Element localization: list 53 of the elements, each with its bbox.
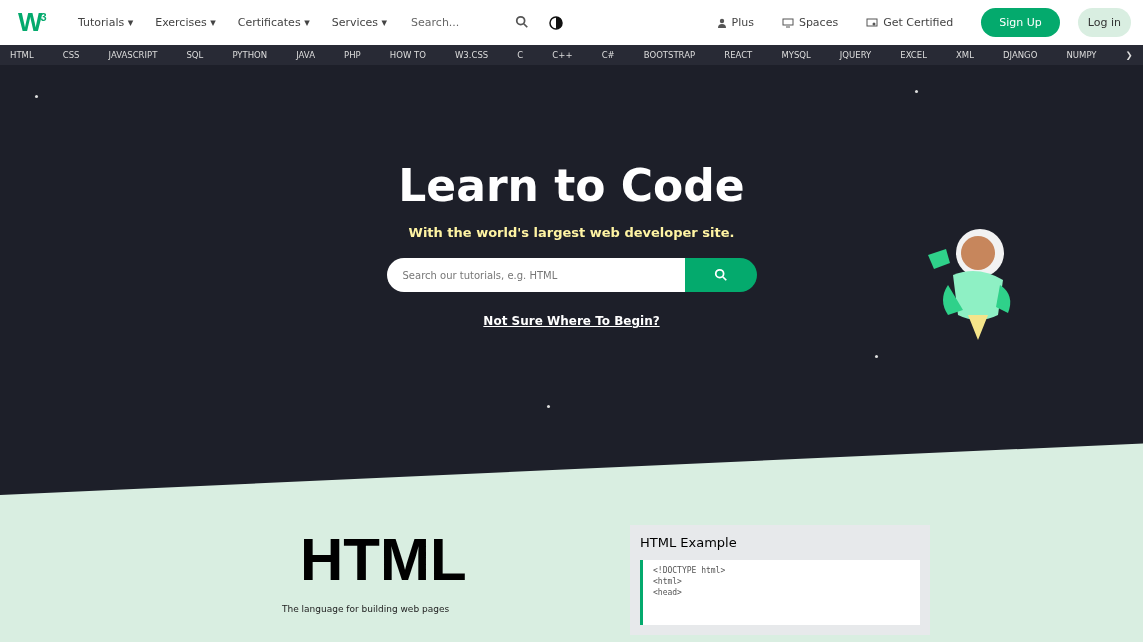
menu-button[interactable]: Certificates ▾: [235, 12, 312, 33]
search-icon: [713, 268, 728, 282]
person-icon: [716, 17, 727, 28]
nav-link-label: Get Certified: [883, 16, 954, 29]
subnav-link[interactable]: C++: [552, 50, 573, 60]
search-button[interactable]: [684, 258, 757, 292]
search-icon: [515, 14, 530, 29]
subnav-link[interactable]: HOW TO: [389, 50, 426, 60]
subnav-link[interactable]: XML: [956, 50, 974, 60]
certificate-icon: [866, 17, 879, 28]
menu-button[interactable]: Tutorials ▾: [76, 12, 136, 33]
contrast-icon[interactable]: [549, 15, 564, 30]
subnav-link[interactable]: BOOTSTRAP: [643, 50, 696, 60]
nav-link[interactable]: Plus: [716, 16, 754, 29]
star-dot: [875, 355, 878, 358]
nav-link[interactable]: Spaces: [781, 16, 839, 29]
log-in-button[interactable]: Log in: [1077, 8, 1131, 37]
code-line: <html>: [653, 577, 683, 586]
begin-link[interactable]: Not Sure Where To Begin?: [483, 314, 660, 328]
subnav-link[interactable]: JAVA: [296, 50, 315, 60]
subnav-link[interactable]: MYSQL: [781, 50, 811, 60]
hero-title: Learn to Code: [398, 160, 745, 211]
subnav-link[interactable]: PHP: [344, 50, 361, 60]
scroll-right-arrow[interactable]: ❯: [1125, 50, 1133, 60]
subnav-link[interactable]: C#: [601, 50, 615, 60]
subnav-link[interactable]: C: [517, 50, 524, 60]
subnav-link[interactable]: JQUERY: [839, 50, 872, 60]
tutorial-search-field[interactable]: Search our tutorials, e.g. HTML: [386, 258, 685, 292]
star-dot: [547, 405, 550, 408]
subnav-link[interactable]: HTML: [10, 50, 34, 60]
subnav-link[interactable]: SQL: [186, 50, 204, 60]
subnav-link[interactable]: JAVASCRIPT: [108, 50, 158, 60]
example-title: HTML Example: [640, 535, 738, 550]
monitor-icon: [781, 17, 794, 28]
subnav-link[interactable]: DJANGO: [1003, 50, 1038, 60]
section-tagline: The language for building web pages: [282, 604, 451, 614]
menu-button[interactable]: Exercises ▾: [153, 12, 218, 33]
code-line: <head>: [653, 588, 683, 597]
hero-subtitle: With the world's largest web developer site.: [408, 225, 735, 240]
code-line: <!DOCTYPE html>: [653, 566, 727, 575]
nav-link[interactable]: Get Certified: [866, 16, 954, 29]
subnav-link[interactable]: NUMPY: [1066, 50, 1097, 60]
subnav-link[interactable]: EXCEL: [900, 50, 927, 60]
nav-link-label: Spaces: [798, 16, 839, 29]
star-dot: [35, 95, 38, 98]
subnav-link[interactable]: CSS: [62, 50, 80, 60]
star-dot: [915, 90, 918, 93]
menu-button[interactable]: Services ▾: [329, 12, 390, 33]
nav-link-label: Plus: [731, 16, 754, 29]
section-title: HTML: [300, 525, 468, 594]
subnav-link[interactable]: PYTHON: [232, 50, 268, 60]
subnav-link[interactable]: REACT: [724, 50, 753, 60]
subnav-link[interactable]: W3.CSS: [454, 50, 489, 60]
